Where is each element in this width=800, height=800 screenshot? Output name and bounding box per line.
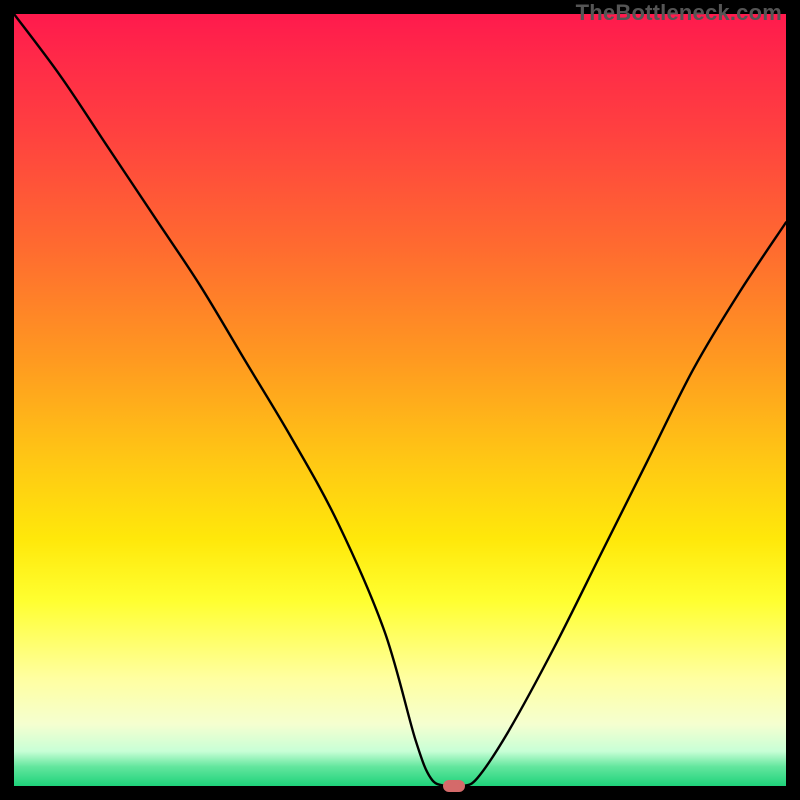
attribution-text: TheBottleneck.com (576, 0, 782, 26)
chart-frame: TheBottleneck.com (0, 0, 800, 800)
bottleneck-curve (14, 14, 786, 786)
minimum-marker (443, 780, 465, 792)
